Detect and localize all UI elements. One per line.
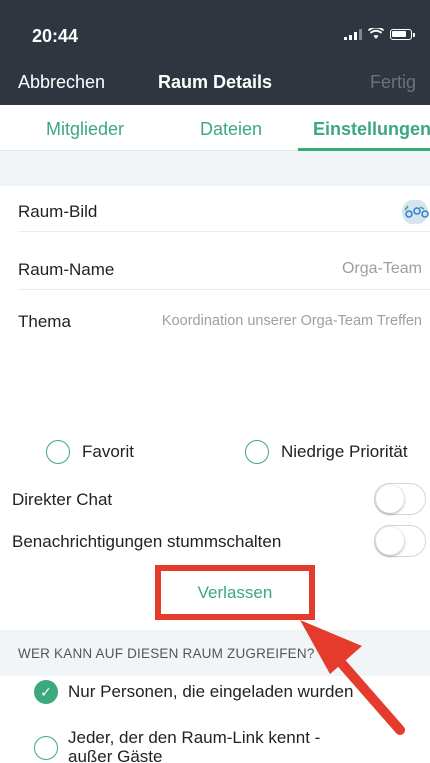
- wifi-icon: [368, 28, 384, 39]
- room-image-label: Raum-Bild: [18, 202, 98, 221]
- access-option-link-label-line2: außer Gäste: [68, 747, 163, 763]
- low-priority-radio[interactable]: [245, 440, 269, 464]
- direct-chat-toggle[interactable]: [374, 483, 426, 515]
- status-bar: 20:44: [0, 0, 430, 60]
- access-option-link-label-line1: Jeder, der den Raum-Link kennt -: [68, 728, 321, 747]
- favorite-label: Favorit: [82, 442, 134, 461]
- tab-members[interactable]: Mitglieder: [46, 119, 124, 140]
- tab-bar: Mitglieder Dateien Einstellungen: [0, 105, 430, 151]
- access-link-radio[interactable]: [34, 736, 58, 760]
- signal-icon: [344, 28, 362, 40]
- tab-settings[interactable]: Einstellungen: [313, 119, 430, 140]
- tab-files[interactable]: Dateien: [200, 119, 262, 140]
- room-avatar[interactable]: [400, 200, 430, 224]
- room-name-field[interactable]: Orga-Team: [342, 260, 422, 278]
- direct-chat-label: Direkter Chat: [12, 490, 113, 509]
- mute-row: Benachrichtigungen stummschalten: [0, 520, 430, 562]
- access-section-title: WER KANN AUF DIESEN RAUM ZUGREIFEN?: [18, 646, 315, 661]
- room-name-label: Raum-Name: [18, 260, 115, 279]
- low-priority-label: Niedrige Priorität: [281, 442, 408, 461]
- leave-button[interactable]: Verlassen: [155, 565, 315, 620]
- access-option-invited-label: Nur Personen, die eingeladen wurden: [68, 682, 354, 701]
- access-option-invited[interactable]: ✓ Nur Personen, die eingeladen wurden: [34, 680, 353, 704]
- nav-bar: Abbrechen Raum Details Fertig: [0, 60, 430, 105]
- direct-chat-row: Direkter Chat: [0, 478, 430, 520]
- page-title: Raum Details: [157, 72, 273, 92]
- favorite-option[interactable]: Favorit: [46, 440, 134, 464]
- status-icons: [344, 28, 415, 40]
- room-name-row[interactable]: Raum-Name Orga-Team: [0, 248, 430, 290]
- topic-label: Thema: [18, 312, 71, 331]
- topic-row[interactable]: Thema Koordination unserer Orga-Team Tre…: [0, 300, 430, 342]
- access-option-link[interactable]: Jeder, der den Raum-Link kennt - außer G…: [34, 728, 320, 763]
- done-button[interactable]: Fertig: [370, 72, 416, 93]
- topic-field[interactable]: Koordination unserer Orga-Team Treffen: [162, 313, 422, 329]
- room-image-row[interactable]: Raum-Bild: [0, 190, 430, 232]
- mute-toggle[interactable]: [374, 525, 426, 557]
- status-time: 20:44: [32, 26, 79, 46]
- favorite-radio[interactable]: [46, 440, 70, 464]
- section-spacer: [0, 151, 430, 186]
- access-section-header: WER KANN AUF DIESEN RAUM ZUGREIFEN?: [0, 630, 430, 676]
- mute-label: Benachrichtigungen stummschalten: [12, 532, 282, 551]
- checkmark-icon[interactable]: ✓: [34, 680, 58, 704]
- battery-icon: [390, 28, 415, 40]
- low-priority-option[interactable]: Niedrige Priorität: [245, 440, 408, 464]
